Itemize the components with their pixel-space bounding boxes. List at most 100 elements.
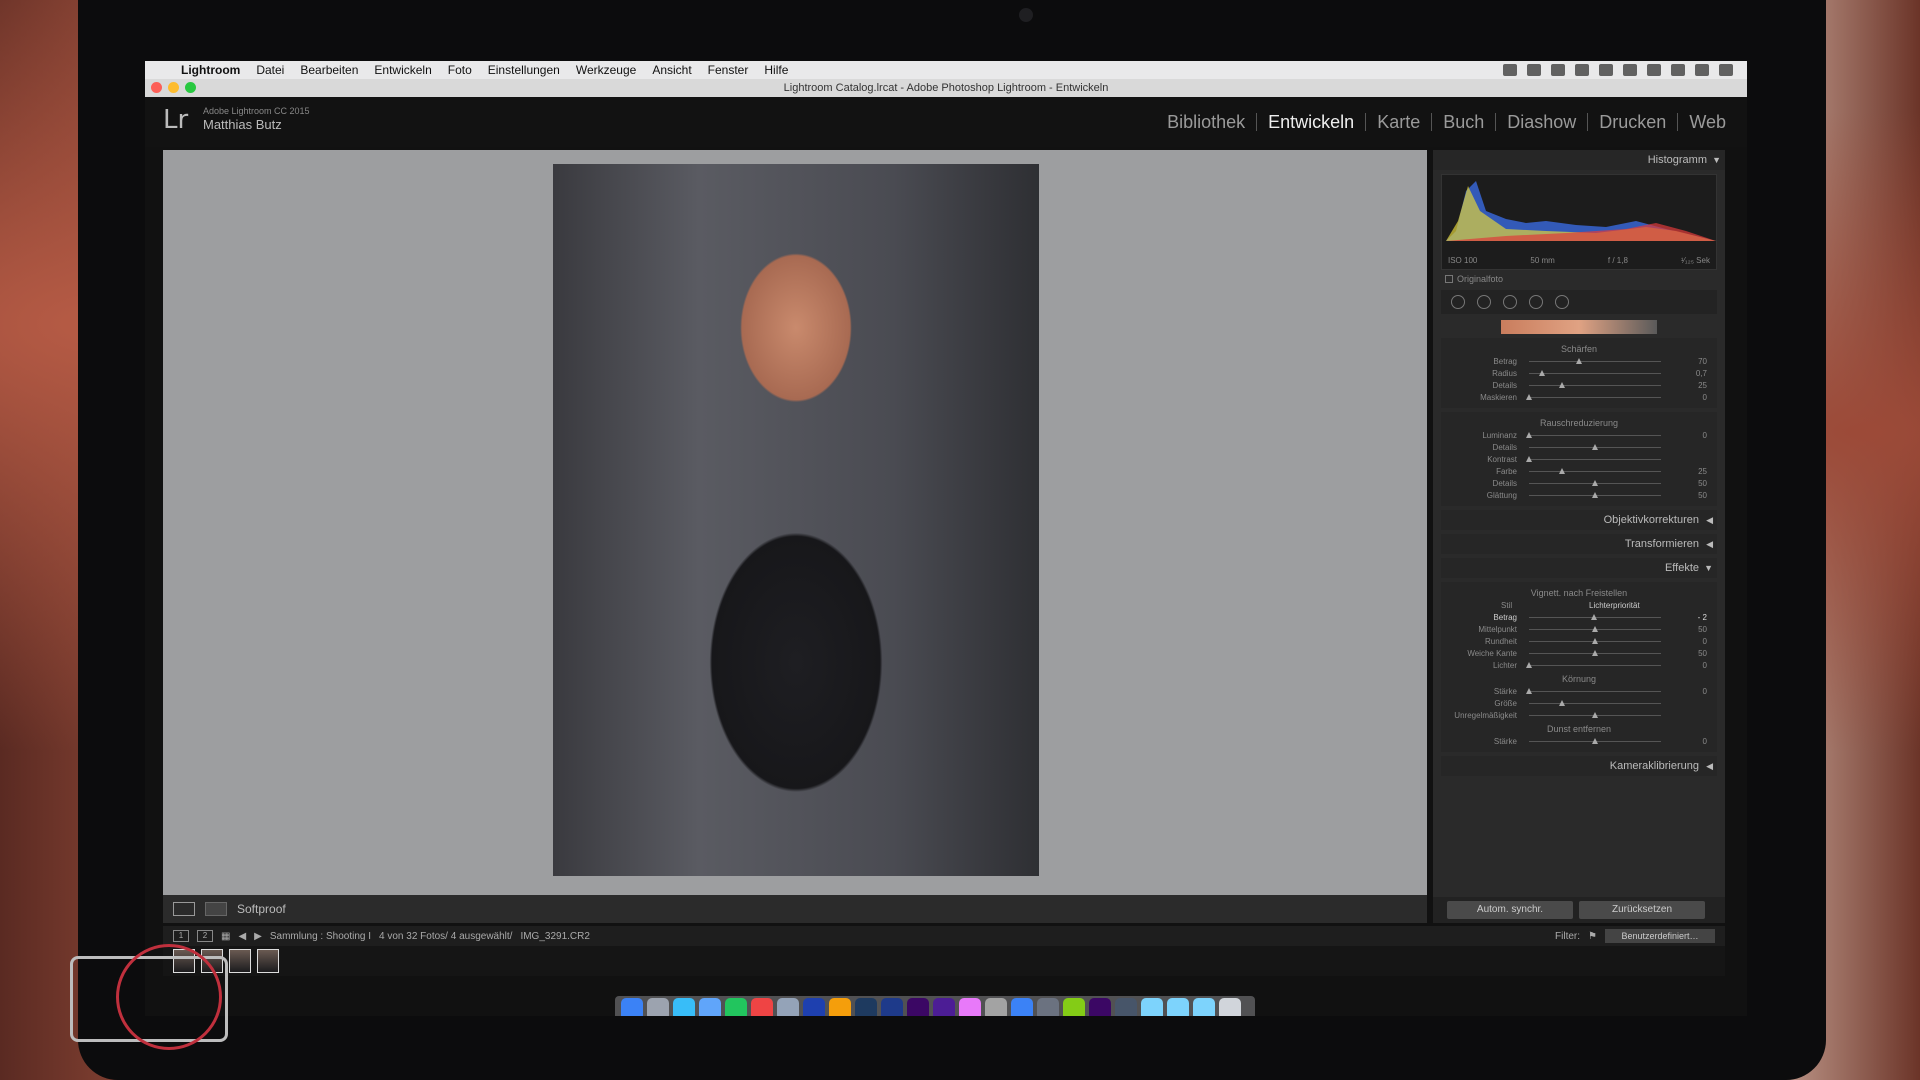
battery-icon[interactable]	[1647, 64, 1661, 76]
module-web[interactable]: Web	[1678, 113, 1737, 131]
noise-slider-row[interactable]: Farbe 25	[1441, 466, 1717, 478]
menu-hilfe[interactable]: Hilfe	[756, 63, 796, 77]
sharpen-slider-row[interactable]: Maskieren 0	[1441, 392, 1717, 404]
menu-einstellungen[interactable]: Einstellungen	[480, 63, 568, 77]
style-value[interactable]: Lichterpriorität	[1589, 601, 1640, 610]
noise-slider-row[interactable]: Details	[1441, 442, 1717, 454]
dehaze-slider-row[interactable]: Stärke 0	[1441, 736, 1717, 748]
loupe-view-icon[interactable]	[173, 902, 195, 916]
sharpen-slider-row[interactable]: Radius 0,7	[1441, 368, 1717, 380]
slider-track[interactable]	[1529, 435, 1661, 436]
preview-icon[interactable]	[777, 998, 799, 1016]
thumbnail[interactable]	[257, 949, 279, 973]
eye-icon[interactable]	[1575, 64, 1589, 76]
zoom-icon[interactable]	[185, 82, 196, 93]
slider-knob[interactable]	[1526, 688, 1532, 694]
slider-knob[interactable]	[1526, 456, 1532, 462]
record-icon[interactable]	[751, 998, 773, 1016]
effects-panel-header[interactable]: Effekte ▼	[1441, 558, 1717, 578]
menu-werkzeuge[interactable]: Werkzeuge	[568, 63, 644, 77]
vignette-slider-row[interactable]: Lichter 0	[1441, 660, 1717, 672]
noise-slider-row[interactable]: Details 50	[1441, 478, 1717, 490]
folder-icon[interactable]	[1167, 998, 1189, 1016]
list-icon[interactable]	[1719, 64, 1733, 76]
vignette-slider-row[interactable]: Mittelpunkt 50	[1441, 624, 1717, 636]
slider-knob[interactable]	[1559, 382, 1565, 388]
slider-knob[interactable]	[1592, 492, 1598, 498]
slider-track[interactable]	[1529, 459, 1661, 460]
slider-knob[interactable]	[1592, 650, 1598, 656]
slider-value[interactable]: 25	[1698, 467, 1707, 476]
drive-icon[interactable]	[1551, 64, 1565, 76]
module-bibliothek[interactable]: Bibliothek	[1156, 113, 1258, 131]
red-eye-icon[interactable]	[1503, 295, 1517, 309]
sharpen-slider-row[interactable]: Betrag 70	[1441, 356, 1717, 368]
thumbnail[interactable]	[229, 949, 251, 973]
slider-knob[interactable]	[1592, 444, 1598, 450]
clapper-icon[interactable]	[1115, 998, 1137, 1016]
camera-icon[interactable]	[1503, 64, 1517, 76]
menu-app[interactable]: Lightroom	[173, 63, 248, 77]
compare-view-icon[interactable]	[205, 902, 227, 916]
spot-removal-icon[interactable]	[1477, 295, 1491, 309]
slider-knob[interactable]	[1526, 662, 1532, 668]
premiere-icon[interactable]	[907, 998, 929, 1016]
photoshop-icon[interactable]	[881, 998, 903, 1016]
wordpress-icon[interactable]	[803, 998, 825, 1016]
page-1-button[interactable]: 1	[173, 930, 189, 942]
after-effects-icon[interactable]	[933, 998, 955, 1016]
folder-icon[interactable]	[1193, 998, 1215, 1016]
page-2-button[interactable]: 2	[197, 930, 213, 942]
finder-icon[interactable]	[621, 998, 643, 1016]
lens-panel-header[interactable]: Objektivkorrekturen ◀	[1441, 510, 1717, 530]
settings-icon[interactable]	[1037, 998, 1059, 1016]
grain-slider-row[interactable]: Größe	[1441, 698, 1717, 710]
whatsapp-icon[interactable]	[725, 998, 747, 1016]
slider-track[interactable]	[1529, 703, 1661, 704]
forward-icon[interactable]: ▶	[254, 931, 262, 942]
checkbox[interactable]	[1445, 275, 1453, 283]
module-karte[interactable]: Karte	[1366, 113, 1433, 131]
slider-value[interactable]: 0	[1703, 737, 1707, 746]
grid-icon[interactable]: ▦	[221, 931, 230, 942]
app-store-icon[interactable]	[1011, 998, 1033, 1016]
chrome-icon[interactable]	[829, 998, 851, 1016]
slider-knob[interactable]	[1592, 712, 1598, 718]
radial-filter-icon[interactable]	[1555, 295, 1569, 309]
search-icon[interactable]	[1695, 64, 1709, 76]
archive-icon[interactable]	[985, 998, 1007, 1016]
slider-knob[interactable]	[1592, 638, 1598, 644]
histogram-header[interactable]: Histogramm ▼	[1433, 150, 1725, 170]
slider-track[interactable]	[1529, 397, 1661, 398]
slider-value[interactable]: 0	[1703, 637, 1707, 646]
menu-foto[interactable]: Foto	[440, 63, 480, 77]
slider-value[interactable]: 0	[1703, 661, 1707, 670]
slider-knob[interactable]	[1539, 370, 1546, 376]
slider-knob[interactable]	[1592, 480, 1598, 486]
clock-icon[interactable]	[1671, 64, 1685, 76]
safari-icon[interactable]	[673, 998, 695, 1016]
transform-panel-header[interactable]: Transformieren ◀	[1441, 534, 1717, 554]
premiere-icon[interactable]	[1089, 998, 1111, 1016]
original-photo-toggle[interactable]: Originalfoto	[1445, 274, 1713, 284]
slider-knob[interactable]	[1576, 358, 1583, 364]
softproof-label[interactable]: Softproof	[237, 902, 286, 916]
dropbox-icon[interactable]	[1527, 64, 1541, 76]
filter-preset-select[interactable]: Benutzerdefiniert…	[1605, 929, 1715, 943]
auto-sync-button[interactable]: Autom. synchr.	[1447, 901, 1573, 919]
flag-filter-icon[interactable]: ⚑	[1588, 931, 1597, 942]
portrait-photo[interactable]	[553, 164, 1039, 876]
slider-knob[interactable]	[1592, 626, 1598, 632]
itunes-icon[interactable]	[959, 998, 981, 1016]
module-entwickeln[interactable]: Entwickeln	[1257, 113, 1367, 131]
back-icon[interactable]: ◀	[238, 931, 246, 942]
noise-slider-row[interactable]: Kontrast	[1441, 454, 1717, 466]
close-icon[interactable]	[151, 82, 162, 93]
loupe-view[interactable]	[163, 150, 1427, 895]
noise-slider-row[interactable]: Glättung 50	[1441, 490, 1717, 502]
slider-value[interactable]: - 2	[1698, 613, 1707, 622]
slider-knob[interactable]	[1559, 468, 1565, 474]
slider-track[interactable]	[1529, 373, 1661, 374]
sharpen-slider-row[interactable]: Details 25	[1441, 380, 1717, 392]
vignette-slider-row[interactable]: Weiche Kante 50	[1441, 648, 1717, 660]
